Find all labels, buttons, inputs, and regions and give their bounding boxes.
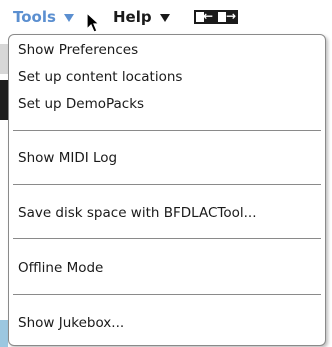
menu-item-show-preferences[interactable]: Show Preferences (18, 39, 138, 61)
background-panel (0, 320, 8, 347)
menu-separator (13, 238, 321, 239)
menu-item-set-up-content-locations[interactable]: Set up content locations (18, 66, 182, 88)
background-panel (0, 44, 8, 74)
back-button[interactable]: ← (194, 9, 216, 24)
tools-triangle-down-icon (63, 13, 74, 22)
tools-menu-label: Tools (13, 8, 56, 26)
menu-item-set-up-demopacks[interactable]: Set up DemoPacks (18, 93, 144, 115)
menu-separator (13, 184, 321, 185)
help-triangle-down-icon (159, 13, 170, 22)
menu-item-save-disk-space[interactable]: Save disk space with BFDLACTool... (18, 202, 257, 224)
arrow-left-icon: ← (202, 9, 213, 23)
forward-button[interactable]: → (216, 9, 238, 24)
menu-separator (13, 294, 321, 295)
help-menu-button[interactable]: Help (113, 8, 170, 26)
menu-item-show-jukebox[interactable]: Show Jukebox... (18, 312, 124, 334)
help-menu-label: Help (113, 8, 152, 26)
menu-separator (13, 130, 321, 131)
arrow-right-icon: → (225, 9, 236, 23)
menu-item-offline-mode[interactable]: Offline Mode (18, 257, 103, 279)
tools-dropdown-menu: Show Preferences Set up content location… (8, 34, 326, 346)
background-panel (0, 80, 8, 120)
background-panel (0, 120, 8, 320)
menu-bar: Tools Help ← → (0, 0, 332, 34)
menu-item-show-midi-log[interactable]: Show MIDI Log (18, 147, 117, 169)
mouse-pointer-icon (86, 12, 101, 33)
tools-menu-button[interactable]: Tools (13, 8, 74, 26)
